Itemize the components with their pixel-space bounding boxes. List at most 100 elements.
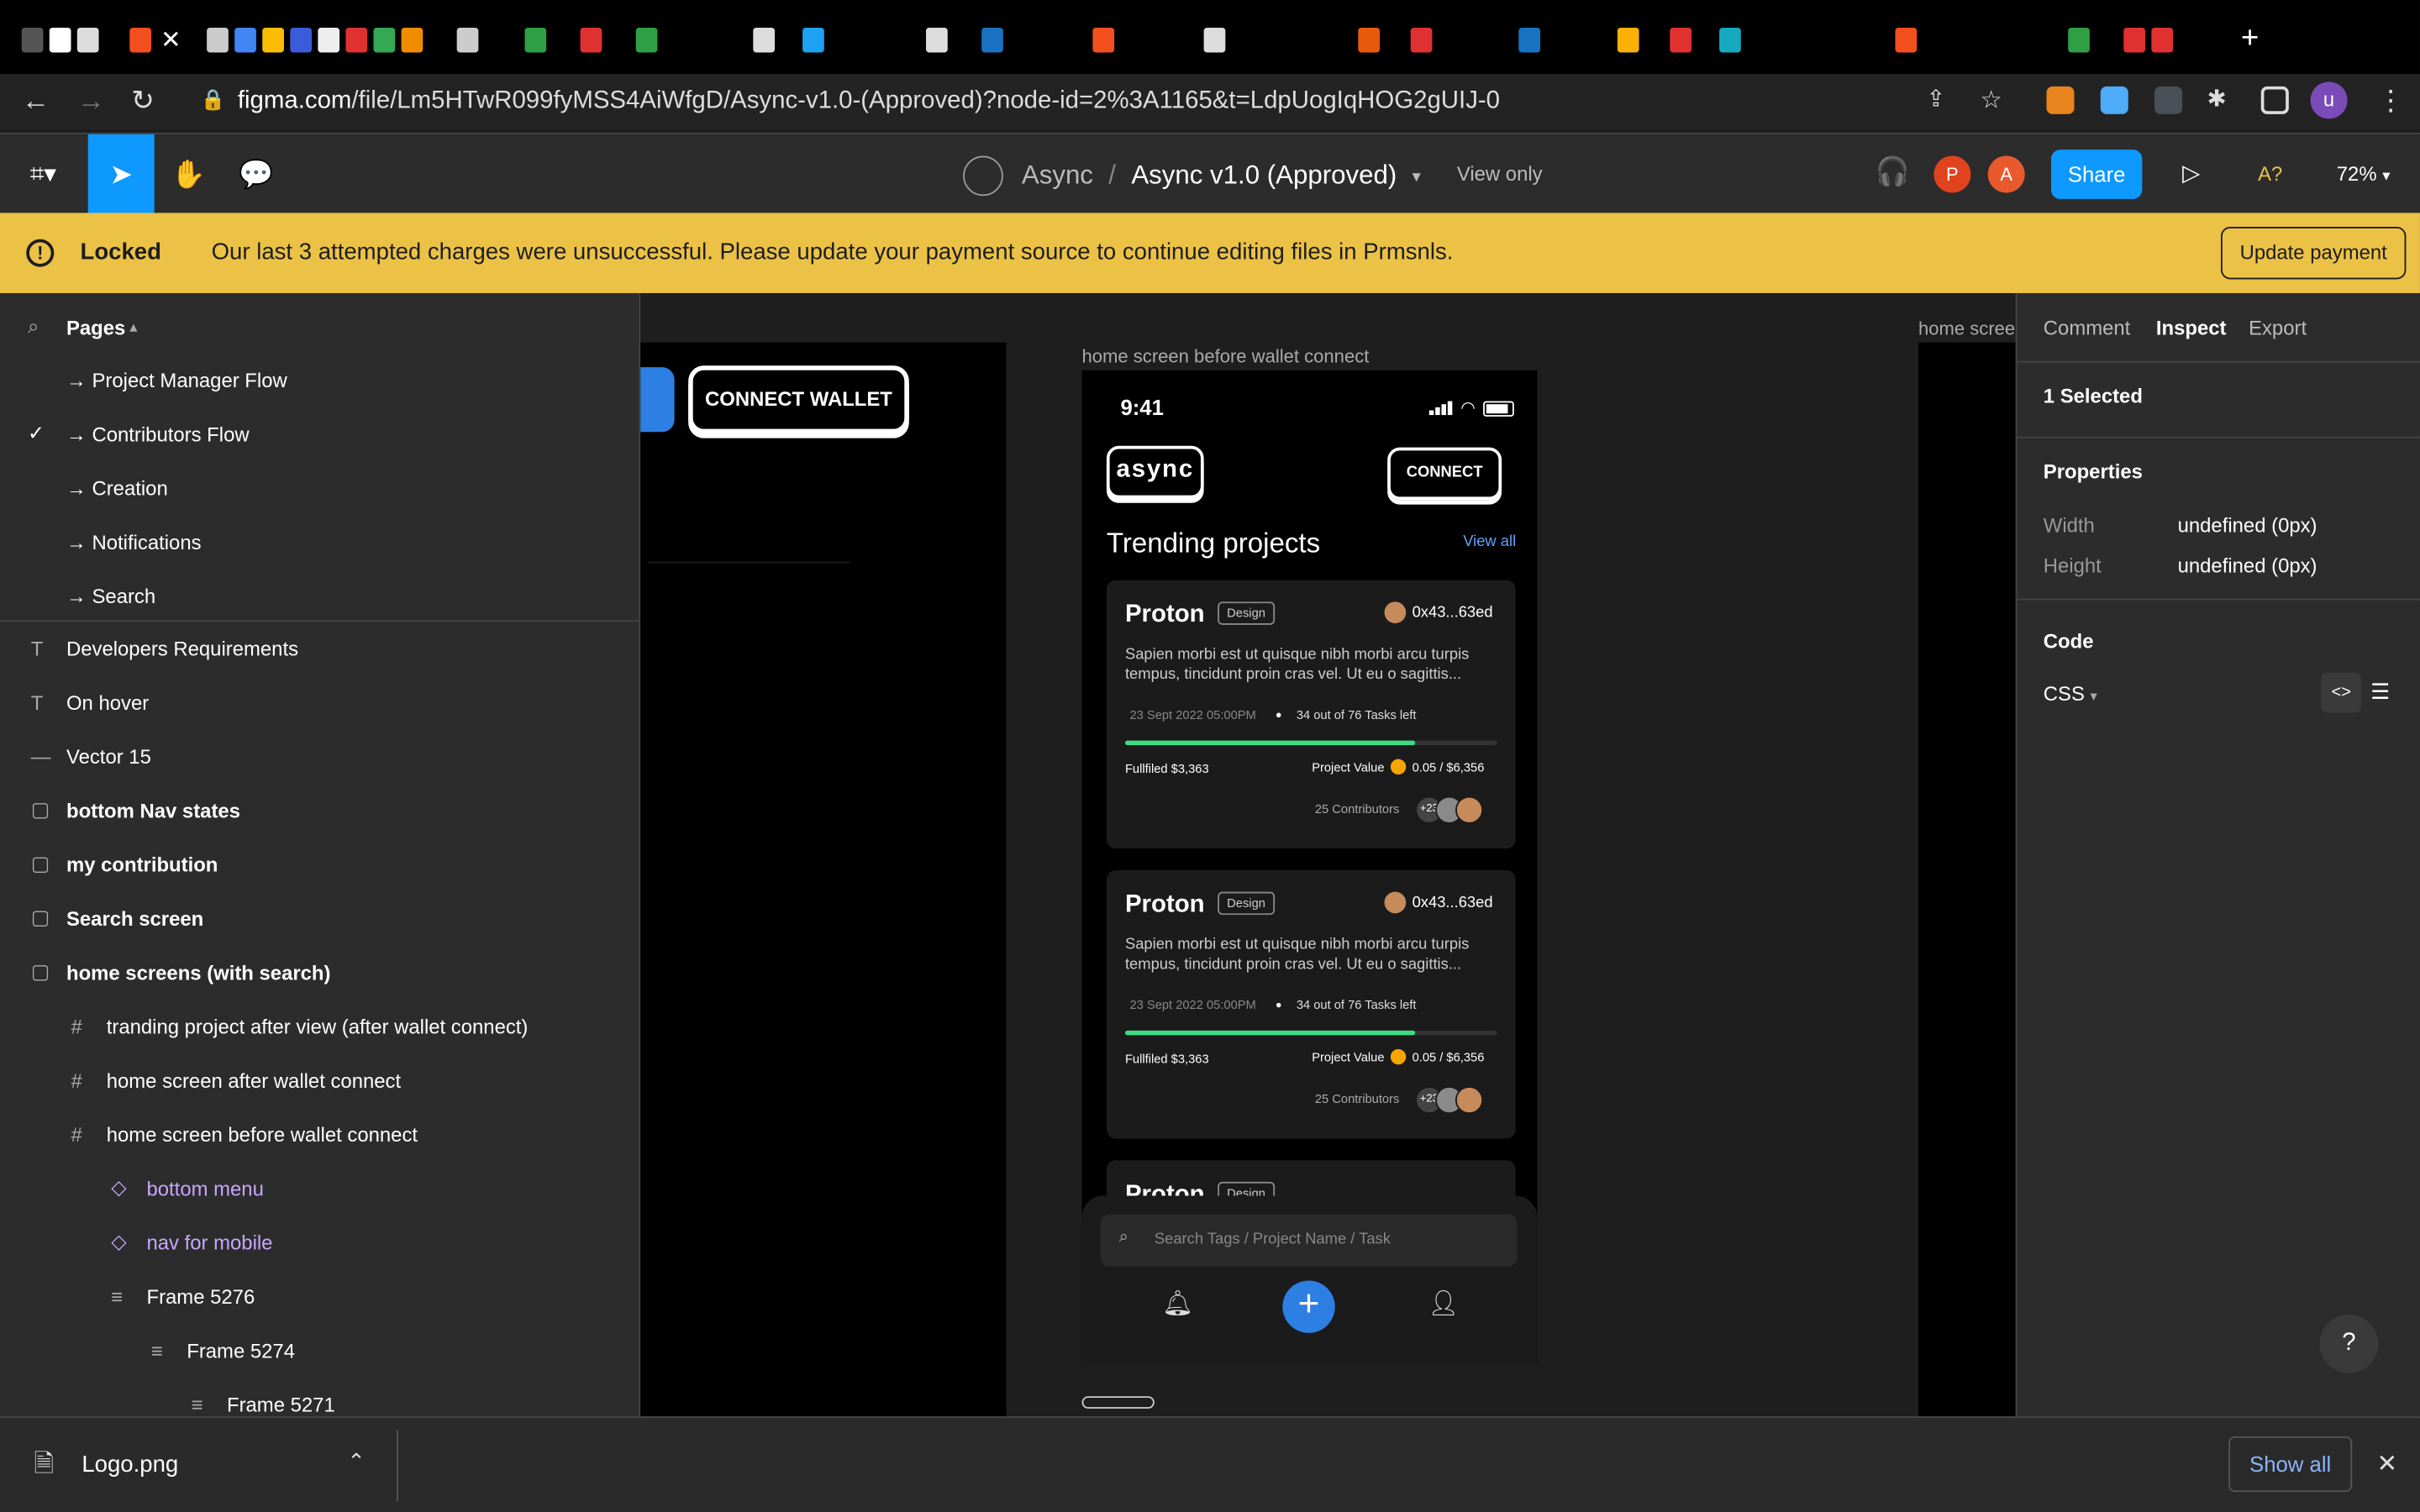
height-value[interactable]: undefined (0px) <box>2178 554 2317 577</box>
chevron-up-icon[interactable]: ⌃ <box>347 1449 366 1475</box>
tab-favicon-icon[interactable] <box>290 28 313 53</box>
figma-tab-icon[interactable] <box>129 28 151 53</box>
tab-favicon-icon[interactable] <box>1410 28 1433 53</box>
add-plus-button[interactable]: + <box>1282 1280 1335 1333</box>
tab-favicon-icon[interactable] <box>234 28 256 53</box>
audio-headphones-icon[interactable]: 🎧 <box>1876 156 1910 189</box>
show-all-button[interactable]: Show all <box>2228 1436 2353 1493</box>
tab-favicon-icon[interactable] <box>1719 28 1741 53</box>
layer-item[interactable]: ◇ nav for mobile <box>0 1215 639 1268</box>
layer-item[interactable]: ≡ Frame 5276 <box>0 1270 639 1322</box>
card-owner[interactable]: 0x43...63ed <box>1384 601 1493 624</box>
tab-favicon-icon[interactable] <box>49 28 71 53</box>
canvas-frame-right[interactable] <box>1918 342 2016 1417</box>
project-card[interactable]: Proton Design 0x43...63ed Sapien morbi est … <box>1106 869 1516 1139</box>
tab-comment[interactable]: Comment <box>2044 317 2131 340</box>
zoom-dropdown[interactable]: 72% ▾ <box>2337 162 2391 186</box>
tab-favicon-icon[interactable] <box>2068 28 2090 53</box>
file-name[interactable]: Async v1.0 (Approved) <box>1131 160 1397 192</box>
share-page-icon[interactable]: ⇪ <box>1926 85 1945 113</box>
collaborator-avatar[interactable]: A <box>1987 155 2025 193</box>
collaborator-avatar[interactable]: P <box>1933 155 1971 193</box>
search-icon[interactable]: ⌕ <box>28 315 39 339</box>
metamask-extension-icon[interactable] <box>2046 86 2075 114</box>
tab-favicon-icon[interactable] <box>635 28 658 53</box>
tab-favicon-icon[interactable] <box>21 28 44 53</box>
tab-favicon-icon[interactable] <box>753 28 776 53</box>
tab-favicon-icon[interactable] <box>1670 28 1692 53</box>
code-view-icon[interactable]: <> <box>2321 672 2362 713</box>
contributor-avatars[interactable]: +23 <box>1415 1086 1484 1115</box>
tab-favicon-icon[interactable] <box>2151 28 2174 53</box>
chevron-down-icon[interactable]: ▾ <box>1413 165 1421 186</box>
tab-favicon-icon[interactable] <box>262 28 284 53</box>
side-panel-icon[interactable] <box>2260 86 2289 114</box>
close-icon[interactable]: ✕ <box>2377 1449 2398 1480</box>
accessibility-help-icon[interactable]: A? <box>2258 162 2282 186</box>
page-item[interactable]: ✓ → Contributors Flow <box>0 407 639 459</box>
phone-frame[interactable]: 9:41 ◠ async CONNECT Trending projects V… <box>1081 370 1538 1366</box>
layer-item[interactable]: T On hover <box>0 675 639 727</box>
page-item[interactable]: → Search <box>0 570 639 622</box>
layer-item[interactable]: # home screen after wallet connect <box>0 1053 639 1105</box>
tab-favicon-icon[interactable] <box>1617 28 1639 53</box>
layer-item[interactable]: ◇ bottom menu <box>0 1162 639 1214</box>
tab-favicon-icon[interactable] <box>373 28 396 53</box>
tab-export[interactable]: Export <box>2249 317 2307 340</box>
page-item[interactable]: → Project Manager Flow <box>0 354 639 406</box>
tab-favicon-icon[interactable] <box>345 28 368 53</box>
tab-favicon-icon[interactable] <box>580 28 602 53</box>
layer-item[interactable]: # tranding project after view (after wall… <box>0 1000 639 1052</box>
project-card[interactable]: Proton Design 0x43...63ed Sapien morbi est … <box>1106 580 1516 849</box>
new-tab-icon[interactable]: + <box>2241 22 2259 57</box>
tab-favicon-icon[interactable] <box>1518 28 1541 53</box>
view-all-link[interactable]: View all <box>1463 533 1516 550</box>
help-button[interactable]: ? <box>2319 1314 2379 1373</box>
user-profile-icon[interactable]: 👤︎ <box>1428 1289 1459 1320</box>
frame-label-right[interactable]: home scree <box>1918 318 2015 339</box>
layer-item[interactable]: T Developers Requirements <box>0 622 639 674</box>
layer-item[interactable]: ▢ Search screen <box>0 892 639 944</box>
tab-favicon-icon[interactable] <box>1092 28 1115 53</box>
list-view-icon[interactable]: ☰ <box>2370 679 2390 705</box>
pages-header[interactable]: ⌕ Pages ▴ <box>0 301 639 353</box>
share-button[interactable]: Share <box>2050 150 2143 199</box>
bell-icon[interactable]: 🔔︎ <box>1162 1289 1193 1320</box>
back-icon[interactable]: ← <box>22 85 50 118</box>
tab-favicon-icon[interactable] <box>1358 28 1381 53</box>
extension-icon[interactable] <box>2154 86 2183 114</box>
extension-icon[interactable] <box>2100 86 2128 114</box>
layer-item[interactable]: ≡ Frame 5274 <box>0 1324 639 1376</box>
tab-favicon-icon[interactable] <box>802 28 824 53</box>
tab-inspect[interactable]: Inspect <box>2156 317 2227 340</box>
download-filename[interactable]: Logo.png <box>82 1452 178 1478</box>
reload-icon[interactable]: ↻ <box>131 85 155 118</box>
profile-avatar[interactable]: u <box>2310 81 2348 119</box>
close-tab-icon[interactable]: ✕ <box>160 24 182 55</box>
present-play-icon[interactable]: ▷ <box>2182 159 2200 186</box>
canvas-frame-left[interactable] <box>640 342 1007 1417</box>
layer-item[interactable]: ▢ my contribution <box>0 837 639 890</box>
tab-favicon-icon[interactable] <box>456 28 479 53</box>
phone-connect-button[interactable]: CONNECT <box>1387 447 1502 501</box>
phone-search-input[interactable]: ⌕ Search Tags / Project Name / Task <box>1100 1214 1518 1267</box>
bookmark-star-icon[interactable]: ☆ <box>1980 85 2002 116</box>
connect-wallet-button[interactable]: CONNECT WALLET <box>688 365 909 434</box>
tab-favicon-icon[interactable] <box>318 28 340 53</box>
frame-label[interactable]: home screen before wallet connect <box>1082 345 1370 367</box>
width-value[interactable]: undefined (0px) <box>2178 514 2317 538</box>
page-item[interactable]: → Creation <box>0 461 639 513</box>
tab-favicon-icon[interactable] <box>926 28 948 53</box>
tab-favicon-icon[interactable] <box>401 28 424 53</box>
layer-item[interactable]: # home screen before wallet connect <box>0 1108 639 1160</box>
tab-favicon-icon[interactable] <box>2123 28 2146 53</box>
team-name[interactable]: Async <box>1022 160 1093 192</box>
page-item[interactable]: → Notifications <box>0 515 639 567</box>
update-payment-button[interactable]: Update payment <box>2221 226 2407 280</box>
layer-item[interactable]: ▢ bottom Nav states <box>0 784 639 836</box>
tab-favicon-icon[interactable] <box>207 28 229 53</box>
extensions-puzzle-icon[interactable]: ✱ <box>2207 85 2226 113</box>
browser-menu-icon[interactable]: ⋮ <box>2377 85 2405 118</box>
address-bar[interactable]: 🔒 figma.com/file/Lm5HTwR099fyMSS4AiWfgD/… <box>179 76 2025 127</box>
tab-favicon-icon[interactable] <box>76 28 99 53</box>
